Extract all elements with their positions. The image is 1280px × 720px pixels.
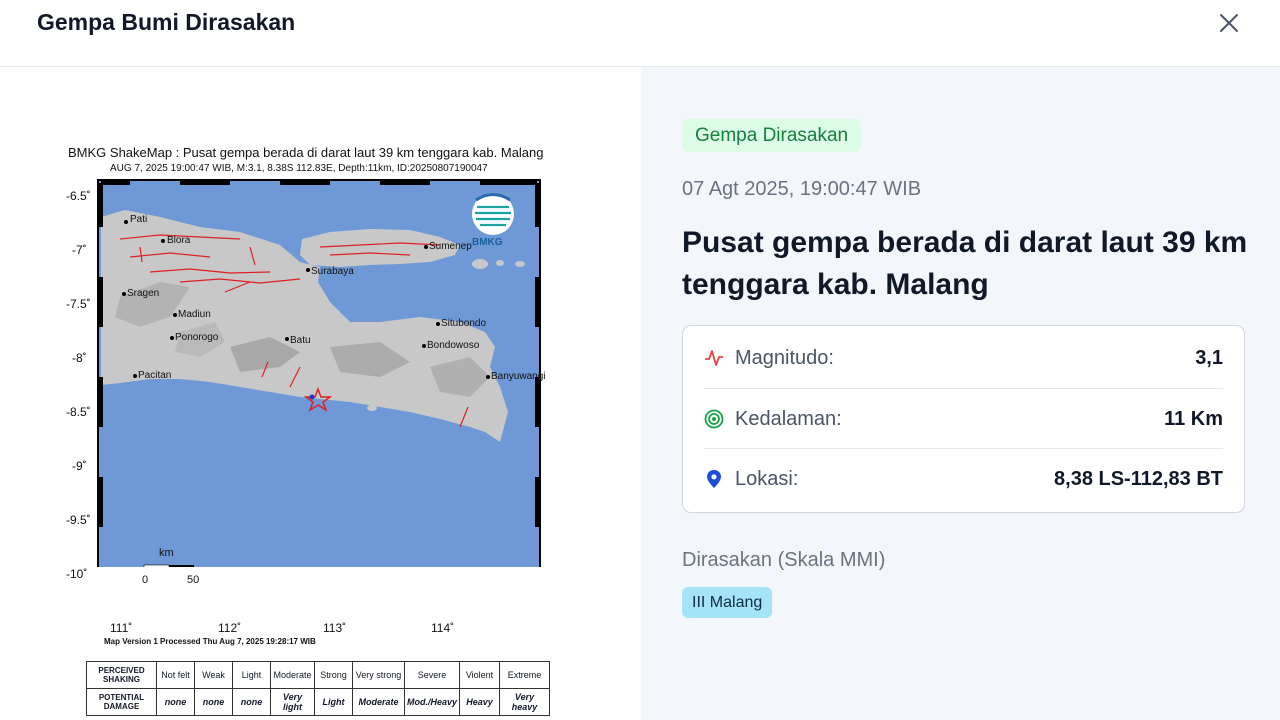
depth-row: Kedalaman: 11 Km (704, 388, 1223, 448)
scale-start: 0 (142, 574, 149, 586)
city-label: Batu (290, 335, 311, 346)
event-headline: Pusat gempa berada di darat laut 39 km t… (682, 226, 1248, 301)
map-pin-icon (707, 470, 721, 488)
target-icon (704, 409, 724, 429)
city-label: Sumenep (429, 241, 472, 252)
city-label: Situbondo (441, 318, 487, 329)
shaking-header: PERCEIVED SHAKING (86, 661, 157, 689)
status-badge: Gempa Dirasakan (682, 119, 862, 152)
city-label: Blora (167, 235, 191, 246)
damage-cell: Very heavy (499, 688, 551, 716)
shaking-cell: Light (232, 661, 271, 689)
city-label: Sragen (127, 288, 160, 299)
y-tick-label: -10˚ (66, 567, 88, 581)
damage-cell: Light (314, 688, 353, 716)
location-value: 8,38 LS-112,83 BT (1054, 468, 1223, 490)
magnitude-value: 3,1 (1195, 347, 1223, 369)
city-label: Ponorogo (175, 332, 219, 343)
damage-cell: Moderate (352, 688, 405, 716)
magnitude-label: Magnitudo: (735, 347, 834, 369)
city-label: Surabaya (311, 266, 354, 277)
mmi-badge: III Malang (682, 587, 773, 618)
depth-value: 11 Km (1164, 408, 1223, 430)
shaking-cell: Weak (194, 661, 233, 689)
damage-cell: Heavy (459, 688, 501, 716)
city-label: Pati (130, 214, 148, 225)
scale-end: 50 (187, 574, 200, 586)
shaking-cell: Violent (459, 661, 501, 689)
y-tick-label: -9˚ (72, 459, 87, 473)
y-tick-label: -6.5˚ (66, 189, 91, 203)
y-tick-label: -8.5˚ (66, 405, 91, 419)
damage-cell: Very light (270, 688, 315, 716)
activity-icon (705, 350, 723, 366)
damage-cell: none (156, 688, 195, 716)
depth-label: Kedalaman: (735, 408, 842, 430)
x-tick-label: 113˚ (323, 621, 347, 635)
city-label: Banyuwangi (491, 371, 546, 382)
y-tick-label: -8˚ (72, 351, 87, 365)
damage-row: POTENTIAL DAMAGE none none none Very lig… (86, 688, 551, 716)
shaking-cell: Moderate (270, 661, 315, 689)
close-icon (1220, 14, 1238, 32)
damage-cell: Mod./Heavy (403, 688, 461, 716)
scale-unit: km (159, 547, 174, 559)
event-datetime: 07 Agt 2025, 19:00:47 WIB (682, 178, 922, 200)
dialog-header: Gempa Bumi Dirasakan (0, 0, 1280, 67)
city-label: Pacitan (138, 370, 172, 381)
city-label: Bondowoso (427, 340, 480, 351)
y-tick-label: -9.5˚ (66, 513, 91, 527)
y-tick-label: -7.5˚ (66, 297, 91, 311)
x-tick-label: 112˚ (218, 621, 242, 635)
dialog-title: Gempa Bumi Dirasakan (37, 9, 296, 35)
event-info-card: Magnitudo: 3,1 Kedalaman: 11 Km Lokasi: … (682, 325, 1245, 513)
shaking-cell: Strong (314, 661, 353, 689)
shaking-cell: Not felt (156, 661, 195, 689)
shaking-cell: Extreme (499, 661, 551, 689)
mmi-legend-table: PERCEIVED SHAKING Not felt Weak Light Mo… (86, 661, 551, 716)
x-tick-label: 111˚ (110, 621, 133, 635)
x-tick-label: 114˚ (431, 621, 455, 635)
felt-scale-title: Dirasakan (Skala MMI) (682, 549, 886, 571)
shakemap-image (97, 179, 541, 567)
damage-header: POTENTIAL DAMAGE (86, 688, 157, 716)
close-button[interactable] (1214, 8, 1244, 38)
shakemap-panel: BMKG ShakeMap : Pusat gempa berada di da… (0, 67, 641, 720)
location-row: Lokasi: 8,38 LS-112,83 BT (704, 448, 1223, 508)
bmkg-logo-text: BMKG (472, 237, 503, 248)
shaking-cell: Very strong (352, 661, 405, 689)
shaking-row: PERCEIVED SHAKING Not felt Weak Light Mo… (86, 661, 551, 689)
shaking-cell: Severe (403, 661, 461, 689)
shakemap-footer: Map Version 1 Processed Thu Aug 7, 2025 … (104, 637, 316, 646)
city-label: Madiun (178, 309, 211, 320)
magnitude-row: Magnitudo: 3,1 (704, 328, 1223, 388)
damage-cell: none (194, 688, 233, 716)
location-label: Lokasi: (735, 468, 799, 490)
event-details-panel: Gempa Dirasakan 07 Agt 2025, 19:00:47 WI… (641, 67, 1280, 720)
y-tick-label: -7˚ (72, 243, 87, 257)
damage-cell: none (232, 688, 271, 716)
